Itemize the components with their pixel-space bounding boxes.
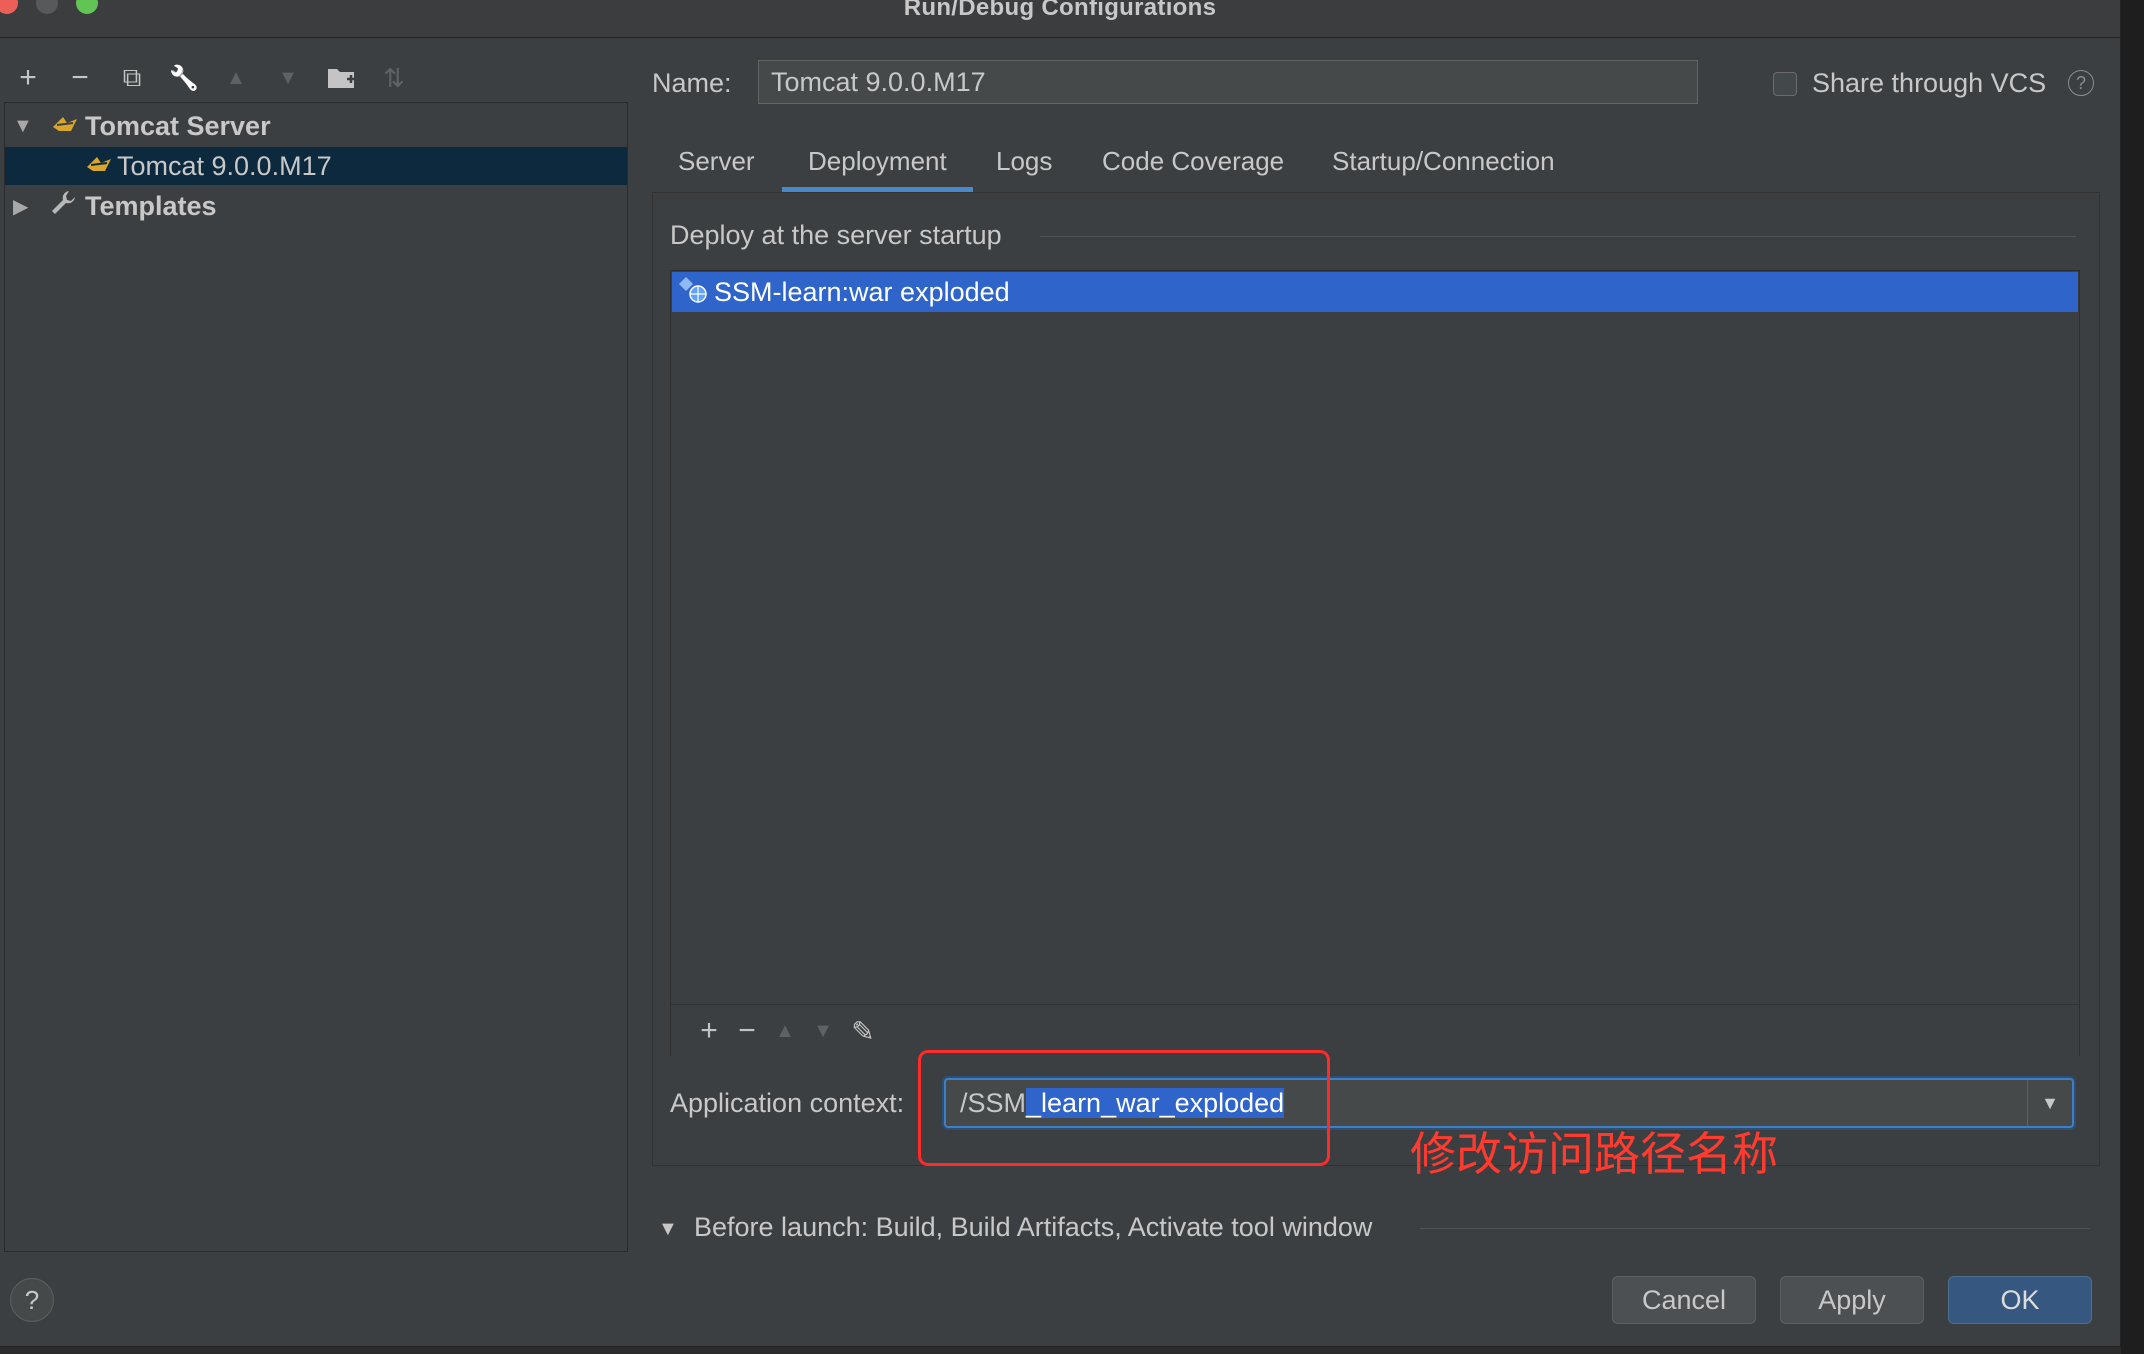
annotation-highlight-box [918, 1050, 1330, 1166]
share-through-vcs-label: Share through VCS [1812, 68, 2047, 98]
section-divider [1420, 1228, 2090, 1229]
edit-icon[interactable]: ✎ [845, 1013, 881, 1049]
window-title: Run/Debug Configurations [903, 0, 1217, 21]
artifact-icon [678, 275, 708, 310]
tab-deployment[interactable]: Deployment [782, 142, 973, 192]
before-launch-heading[interactable]: Before launch: Build, Build Artifacts, A… [694, 1212, 1385, 1243]
section-divider [1040, 236, 2076, 237]
move-up-icon[interactable]: ▲ [218, 60, 254, 96]
expand-arrow-icon[interactable]: ▼ [13, 115, 33, 138]
tree-item-label: Tomcat Server [85, 110, 271, 141]
background-edge [2121, 0, 2144, 1354]
move-up-icon[interactable]: ▲ [767, 1013, 803, 1049]
remove-icon[interactable]: − [62, 60, 98, 96]
deploy-section-heading: Deploy at the server startup [670, 220, 1014, 251]
tab-startup-connection[interactable]: Startup/Connection [1332, 142, 1555, 192]
ok-button[interactable]: OK [1948, 1276, 2092, 1324]
name-label: Name: [652, 68, 732, 98]
deployment-list-toolbar: + − ▲ ▼ ✎ [671, 1004, 2079, 1056]
annotation-text: 修改访问路径名称 [1410, 1127, 1778, 1181]
wrench-icon [49, 189, 77, 224]
tree-item-templates[interactable]: ▶ Templates [5, 187, 627, 225]
tree-item-label: Tomcat 9.0.0.M17 [117, 150, 332, 181]
chevron-down-icon[interactable]: ▼ [2027, 1080, 2072, 1126]
remove-icon[interactable]: − [729, 1013, 765, 1049]
wrench-icon[interactable]: 🔧 [166, 60, 202, 96]
expand-arrow-icon[interactable]: ▶ [13, 194, 28, 219]
tab-server[interactable]: Server [678, 142, 755, 192]
name-input[interactable] [758, 60, 1698, 104]
collapse-arrow-icon[interactable]: ▼ [658, 1218, 678, 1241]
tab-code-coverage[interactable]: Code Coverage [1102, 142, 1284, 192]
copy-icon[interactable]: ⧉ [114, 60, 150, 96]
add-icon[interactable]: + [691, 1013, 727, 1049]
tab-logs[interactable]: Logs [996, 142, 1052, 192]
new-folder-icon[interactable] [324, 60, 360, 96]
configurations-toolbar: + − ⧉ 🔧 ▲ ▼ ⇅ [10, 60, 630, 100]
title-bar: Run/Debug Configurations [0, 0, 2120, 38]
run-debug-configurations-dialog: Run/Debug Configurations + − ⧉ 🔧 ▲ ▼ ⇅ ▼… [0, 0, 2121, 1347]
sort-icon[interactable]: ⇅ [376, 60, 412, 96]
apply-button[interactable]: Apply [1780, 1276, 1924, 1324]
tree-item-tomcat-9[interactable]: Tomcat 9.0.0.M17 [5, 147, 627, 185]
help-icon[interactable]: ? [2068, 70, 2094, 96]
tree-item-tomcat-server[interactable]: ▼ Tomcat Server [5, 107, 627, 145]
list-item-label: SSM-learn:war exploded [714, 276, 1010, 307]
application-context-label: Application context: [670, 1088, 905, 1118]
cancel-button[interactable]: Cancel [1612, 1276, 1756, 1324]
tree-item-label: Templates [85, 190, 217, 221]
help-button[interactable]: ? [10, 1278, 54, 1322]
tomcat-icon [85, 151, 113, 182]
list-item[interactable]: SSM-learn:war exploded [672, 272, 2078, 312]
deployment-list[interactable] [670, 270, 2080, 1056]
add-icon[interactable]: + [10, 60, 46, 96]
tomcat-icon [51, 111, 79, 142]
configurations-tree: ▼ Tomcat Server Tomcat 9.0.0.M17 ▶ Templ… [4, 102, 628, 1252]
share-through-vcs-checkbox[interactable] [1773, 72, 1797, 96]
move-down-icon[interactable]: ▼ [270, 60, 306, 96]
move-down-icon[interactable]: ▼ [805, 1013, 841, 1049]
